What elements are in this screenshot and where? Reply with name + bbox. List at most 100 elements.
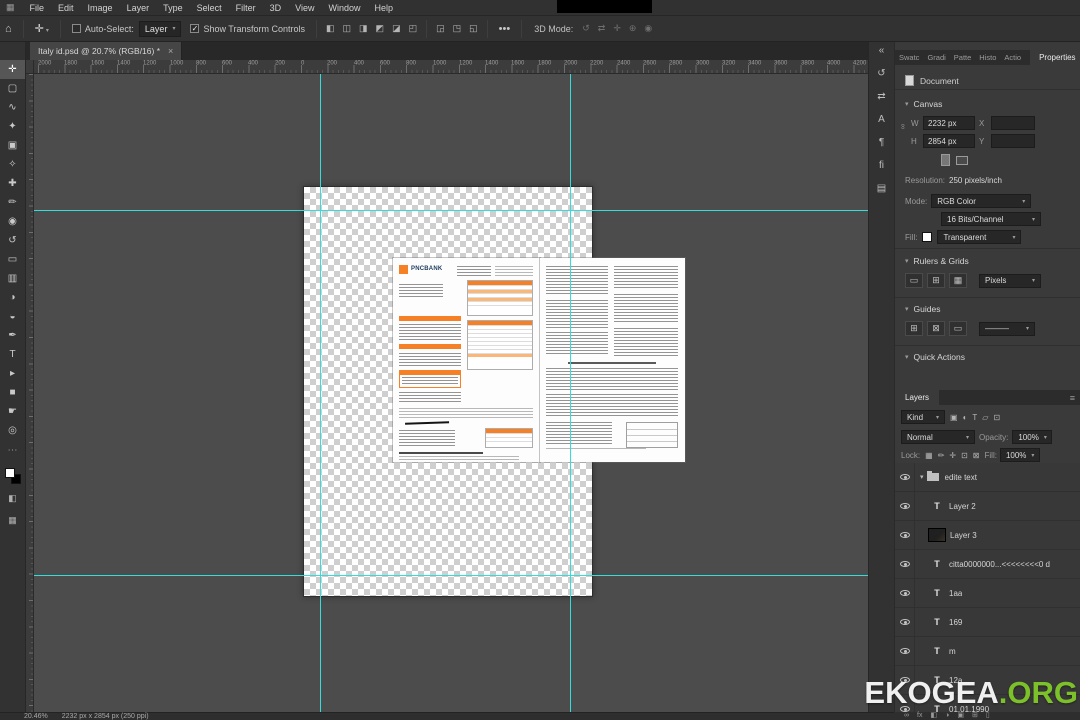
menu-item-window[interactable]: Window [321, 0, 367, 16]
lasso-tool[interactable]: ∿ [0, 98, 25, 117]
edit-toolbar-icon[interactable]: ⋯ [0, 444, 25, 458]
pasteboard[interactable]: PNCBANK [34, 74, 868, 712]
align-center-v-icon[interactable]: ◪ [389, 22, 404, 35]
opacity-dropdown[interactable]: 100% ▾ [1012, 430, 1053, 444]
layer-visibility-toggle[interactable] [895, 521, 915, 549]
paragraph-panel-icon[interactable]: ¶ [879, 138, 884, 148]
fill-dropdown[interactable]: Transparent ▾ [937, 230, 1022, 244]
hand-tool[interactable]: ☛ [0, 402, 25, 421]
lock-transparent-pixels-icon[interactable]: ▦ [923, 451, 935, 460]
show-transform-checkbox[interactable]: ✓ Show Transform Controls [190, 24, 305, 34]
adjustment-layer-icon[interactable]: ◑ [945, 712, 949, 720]
layer-row[interactable]: Tcitta0000000...<<<<<<<<0 d [895, 550, 1080, 579]
menu-item-image[interactable]: Image [81, 0, 120, 16]
layer-row[interactable]: Layer 3 [895, 521, 1080, 550]
canvas-height-field[interactable]: 2854 px [923, 134, 975, 148]
units-dropdown[interactable]: Pixels ▾ [979, 273, 1041, 288]
blur-tool[interactable]: ◑ [0, 288, 25, 307]
libraries-panel-icon[interactable]: ▤ [877, 184, 886, 194]
layer-visibility-toggle[interactable] [895, 637, 915, 665]
filter-shape-layers-icon[interactable]: ▱ [980, 413, 990, 422]
group-expand-caret[interactable]: ▾ [920, 473, 924, 481]
filter-type-layers-icon[interactable]: T [970, 413, 979, 422]
lock-position-icon[interactable]: ✛ [947, 451, 958, 460]
align-center-h-icon[interactable]: ◫ [340, 22, 355, 35]
menu-item-edit[interactable]: Edit [51, 0, 81, 16]
lock-all-icon[interactable]: ⊠ [971, 451, 982, 460]
gradient-tool[interactable]: ▥ [0, 269, 25, 288]
rulers-grids-section-header[interactable]: ▾ Rulers & Grids [895, 255, 1080, 267]
layer-name[interactable]: m [949, 647, 956, 656]
distribute-vertical-icon[interactable]: ◳ [450, 22, 465, 35]
panel-menu-icon[interactable]: ≡ [1065, 390, 1080, 405]
layer-visibility-toggle[interactable] [895, 463, 915, 491]
layer-group-icon[interactable]: ▣ [957, 712, 964, 720]
guide-horizontal[interactable] [34, 210, 868, 211]
layer-name[interactable]: edite text [945, 473, 977, 482]
crop-tool[interactable]: ▣ [0, 136, 25, 155]
quick-selection-tool[interactable]: ✦ [0, 117, 25, 136]
filter-adjustment-layers-icon[interactable]: ◐ [961, 413, 970, 422]
guide-horizontal[interactable] [34, 575, 868, 576]
panel-tab-properties[interactable]: Properties [1030, 50, 1080, 65]
clone-stamp-tool[interactable]: ◉ [0, 212, 25, 231]
guide-vertical[interactable] [570, 74, 571, 712]
layer-visibility-toggle[interactable] [895, 492, 915, 520]
toggle-rulers-icon[interactable]: ▭ [905, 273, 923, 288]
quick-mask-icon[interactable]: ◧ [0, 490, 25, 506]
landscape-orientation-button[interactable] [956, 155, 968, 165]
rectangle-tool[interactable]: ■ [0, 383, 25, 402]
toggle-pixel-grid-icon[interactable]: ▦ [949, 273, 967, 288]
ruler-horizontal[interactable]: 2000 1800 1600 1400 1200 1000 800 600 400 200 0 200… [26, 60, 868, 74]
eyedropper-tool[interactable]: ✧ [0, 155, 25, 174]
filter-pixel-layers-icon[interactable]: ▣ [948, 413, 960, 422]
layer-visibility-toggle[interactable] [895, 550, 915, 578]
menu-item-help[interactable]: Help [368, 0, 401, 16]
lock-artboard-icon[interactable]: ⊡ [959, 451, 970, 460]
lock-image-pixels-icon[interactable]: ✏ [936, 451, 947, 460]
panel-tab-actio[interactable]: Actio [1000, 50, 1025, 65]
dodge-tool[interactable]: ◒ [0, 307, 25, 326]
3d-drag-icon[interactable]: ✛ [610, 22, 624, 35]
layer-fill-dropdown[interactable]: 100% ▾ [999, 448, 1040, 462]
resolution-value[interactable]: 250 pixels/inch [949, 176, 1002, 185]
pen-tool[interactable]: ✒ [0, 326, 25, 345]
blend-mode-dropdown[interactable]: Normal ▾ [901, 430, 975, 444]
align-right-icon[interactable]: ◨ [356, 22, 371, 35]
layer-row[interactable]: ▾ edite text [895, 463, 1080, 492]
3d-scale-icon[interactable]: ◉ [641, 22, 655, 35]
quick-actions-section-header[interactable]: ▾ Quick Actions [895, 351, 1080, 363]
guide-vertical[interactable] [320, 74, 321, 712]
layer-thumbnail[interactable] [928, 528, 946, 542]
filter-smart-objects-icon[interactable]: ⊡ [991, 413, 1002, 422]
layer-name[interactable]: 169 [949, 618, 962, 627]
layer-effects-icon[interactable]: fx [917, 712, 922, 720]
canvas-y-field[interactable] [991, 134, 1035, 148]
more-options-icon[interactable]: ••• [494, 23, 516, 35]
foreground-background-colors[interactable] [4, 468, 21, 484]
layer-mask-icon[interactable]: ◧ [930, 712, 937, 720]
menu-item-file[interactable]: File [23, 0, 52, 16]
link-layers-icon[interactable]: ∞ [904, 712, 909, 720]
path-selection-tool[interactable]: ▸ [0, 364, 25, 383]
eraser-tool[interactable]: ▭ [0, 250, 25, 269]
distribute-spacing-icon[interactable]: ◱ [466, 22, 481, 35]
history-brush-tool[interactable]: ↺ [0, 231, 25, 250]
menu-item-view[interactable]: View [288, 0, 321, 16]
toggle-grid-icon[interactable]: ⊞ [927, 273, 945, 288]
glyphs-panel-icon[interactable]: fi [879, 161, 884, 171]
clear-guides-icon[interactable]: ▭ [949, 321, 967, 336]
move-tool[interactable]: ✛ [0, 60, 25, 79]
foreground-color-chip[interactable] [4, 468, 15, 478]
distribute-horizontal-icon[interactable]: ◲ [433, 22, 448, 35]
panel-tab-patte[interactable]: Patte [950, 50, 976, 65]
canvas-width-field[interactable]: 2232 px [923, 116, 975, 130]
canvas-x-field[interactable] [991, 116, 1035, 130]
layer-name[interactable]: Layer 2 [949, 502, 976, 511]
ruler-vertical[interactable] [26, 74, 34, 712]
layer-name[interactable]: Layer 3 [950, 531, 977, 540]
layer-visibility-toggle[interactable] [895, 579, 915, 607]
brush-tool[interactable]: ✏ [0, 193, 25, 212]
3d-rotate-icon[interactable]: ↺ [579, 22, 593, 35]
menu-item-type[interactable]: Type [156, 0, 190, 16]
